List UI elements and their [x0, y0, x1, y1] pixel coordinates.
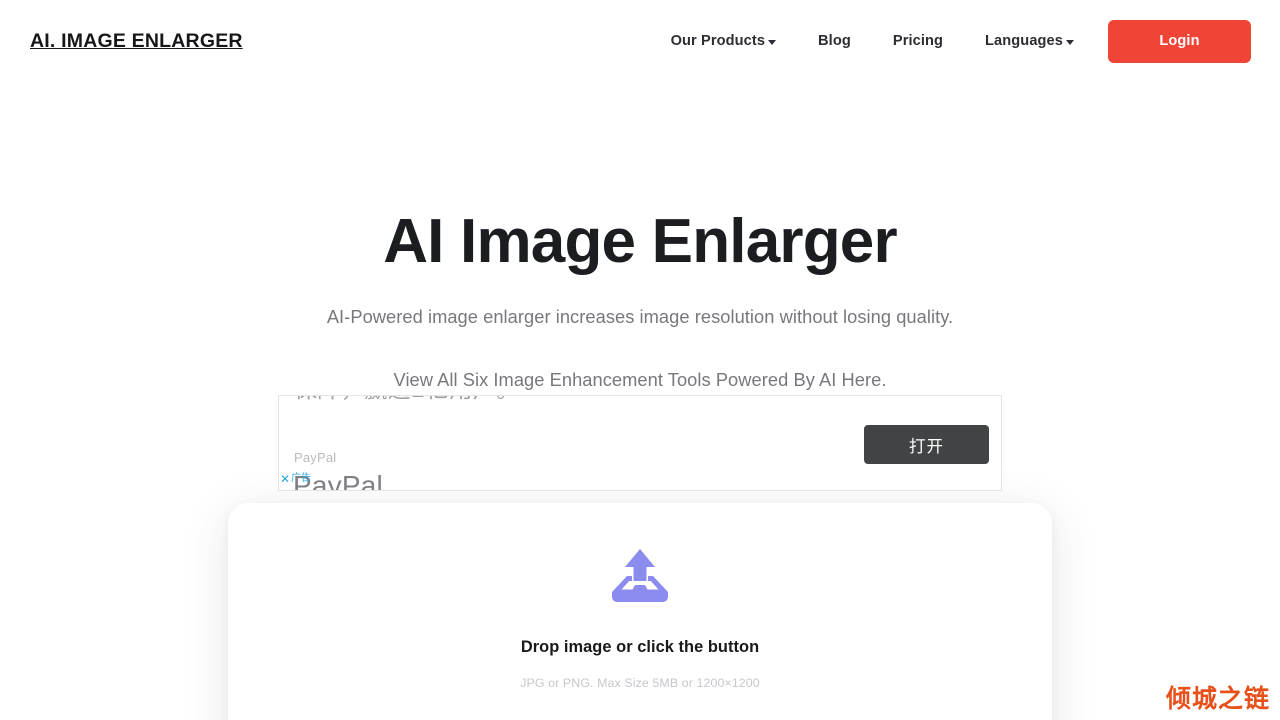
ad-advertiser-name: PayPal [294, 450, 337, 465]
dropzone-title: Drop image or click the button [520, 638, 760, 656]
chevron-down-icon [1066, 39, 1074, 45]
nav-item-languages-label: Languages [985, 33, 1063, 49]
nav-item-our-products[interactable]: Our Products [650, 19, 797, 63]
hero-subtitle-line-1: AI-Powered image enlarger increases imag… [326, 306, 954, 328]
ad-close-badge[interactable]: ✕ 广告 [280, 473, 311, 485]
upload-dropzone-card[interactable]: Drop image or click the button JPG or PN… [228, 503, 1052, 720]
ad-disclosure-label: 广告 [291, 473, 312, 484]
watermark: 倾城之链 [1165, 684, 1270, 713]
nav-item-our-products-label: Our Products [670, 33, 766, 49]
site-header: AI. IMAGE ENLARGER Our Products Blog Pri… [0, 0, 1280, 82]
chevron-down-icon [768, 39, 777, 45]
nav-item-blog-label: Blog [818, 33, 851, 49]
main-navigation: Our Products Blog Pricing Languages Logi… [650, 19, 1251, 63]
hero-subtitle-line-2: View All Six Image Enhancement Tools Pow… [393, 369, 887, 391]
page-title: AI Image Enlarger [383, 207, 897, 276]
nav-item-languages[interactable]: Languages [964, 19, 1095, 63]
nav-item-blog[interactable]: Blog [797, 19, 872, 63]
advertisement-overlay[interactable]: 保障，赢逾2亿用户。 PayPal PayPal 打开 [278, 395, 1002, 491]
close-icon[interactable]: ✕ [280, 473, 290, 485]
nav-item-pricing-label: Pricing [892, 33, 944, 49]
nav-item-pricing[interactable]: Pricing [872, 19, 964, 63]
hero-section: AI Image Enlarger AI-Powered image enlar… [0, 210, 1280, 399]
upload-card-content: Drop image or click the button JPG or PN… [228, 503, 1052, 690]
dropzone-hint: JPG or PNG. Max Size 5MB or 1200×1200 [520, 676, 760, 690]
login-button[interactable]: Login [1108, 19, 1251, 63]
site-logo[interactable]: AI. IMAGE ENLARGER [30, 30, 243, 53]
upload-tray-icon [612, 549, 668, 602]
ad-headline: 保障，赢逾2亿用户。 [294, 396, 854, 409]
ad-open-button[interactable]: 打开 [864, 425, 989, 464]
